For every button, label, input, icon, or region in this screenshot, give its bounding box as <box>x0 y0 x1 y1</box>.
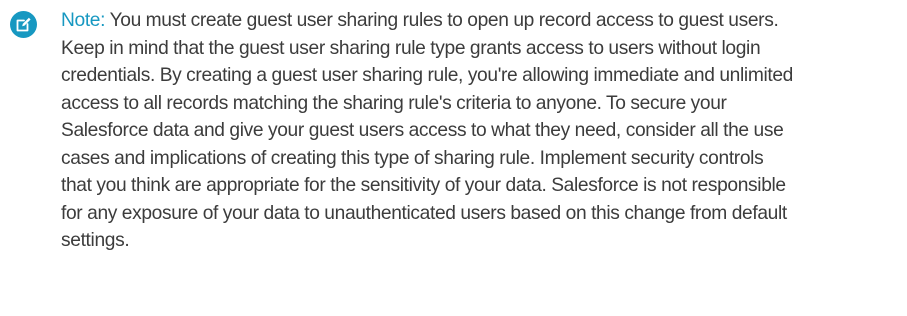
note-line: Salesforce data and give your guest user… <box>61 120 784 141</box>
note-callout: Note: You must create guest user sharing… <box>10 7 900 307</box>
note-line: cases and implications of creating this … <box>61 147 764 169</box>
note-line-text: You must create guest user sharing rules… <box>109 10 779 31</box>
note-line: Note: You must create guest user sharing… <box>61 7 903 35</box>
note-line: access to all records matching the shari… <box>61 92 727 114</box>
note-line: credentials. By creating a guest user sh… <box>61 65 793 86</box>
note-label: Note: <box>61 10 106 31</box>
note-line: settings. <box>61 230 130 251</box>
note-line: that you think are appropriate for the s… <box>61 175 786 196</box>
note-line: Keep in mind that the guest user sharing… <box>61 37 761 59</box>
note-text: Note: You must create guest user sharing… <box>61 7 903 255</box>
edit-note-icon <box>10 11 37 38</box>
note-line: for any exposure of your data to unauthe… <box>61 202 787 224</box>
